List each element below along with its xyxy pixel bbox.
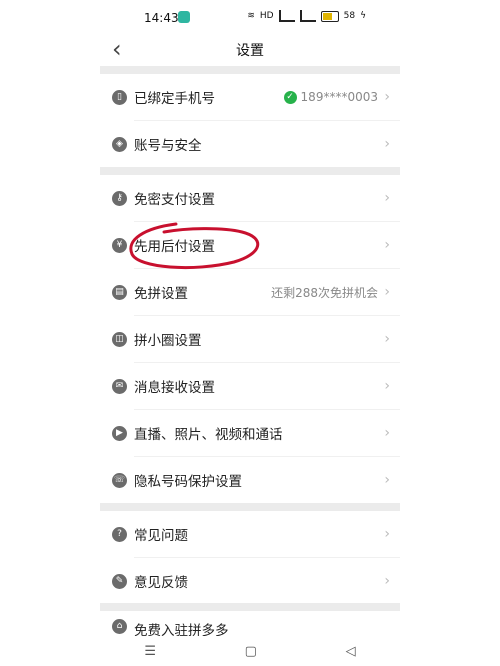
section-separator bbox=[100, 66, 400, 74]
status-time: 14:43 bbox=[144, 11, 179, 25]
row-label: 免密支付设置 bbox=[134, 192, 215, 208]
row-label: 直播、照片、视频和通话 bbox=[134, 427, 283, 443]
store-icon: ⌂ bbox=[112, 619, 127, 634]
phone-icon: ▯ bbox=[112, 89, 127, 105]
phone-number: 189****0003 bbox=[300, 90, 378, 104]
chevron-right-icon: › bbox=[384, 526, 390, 542]
wifi-icon: ≋ bbox=[247, 11, 255, 21]
shield-icon: ◈ bbox=[112, 136, 127, 152]
status-icons: ≋ HD 58 ϟ bbox=[247, 10, 366, 22]
row-label: 免费入驻拼多多 bbox=[134, 623, 229, 637]
chevron-right-icon: › bbox=[384, 136, 390, 152]
nav-bar: ‹ 设置 bbox=[100, 36, 400, 66]
page-title: 设置 bbox=[236, 43, 264, 59]
hand-drawn-circle-annotation bbox=[129, 222, 260, 270]
battery-level: 58 bbox=[343, 11, 356, 21]
key-icon: ⚷ bbox=[112, 190, 127, 206]
menu-icon[interactable]: ☰ bbox=[144, 644, 156, 659]
camera-icon: ▶ bbox=[112, 425, 127, 441]
chevron-right-icon: › bbox=[384, 425, 390, 441]
row-value: 还剩288次免拼机会 bbox=[271, 285, 378, 300]
row-bound-phone[interactable]: ▯ 已绑定手机号 ✓ 189****0003 › bbox=[100, 74, 400, 120]
system-nav-bar: ☰ ▢ ◁ bbox=[100, 636, 400, 666]
chevron-right-icon: › bbox=[384, 284, 390, 300]
row-label: 常见问题 bbox=[134, 528, 188, 544]
bag-icon: ◫ bbox=[112, 331, 127, 347]
row-circle-settings[interactable]: ◫ 拼小圈设置 › bbox=[100, 316, 400, 362]
signal-icon bbox=[278, 10, 295, 22]
hd-badge: HD bbox=[259, 11, 274, 21]
document-icon: ▤ bbox=[112, 284, 127, 300]
row-label: 拼小圈设置 bbox=[134, 333, 202, 349]
row-free-join[interactable]: ⌂ 免费入驻拼多多 bbox=[100, 611, 400, 637]
chevron-right-icon: › bbox=[384, 190, 390, 206]
settings-screen: 14:43 ≋ HD 58 ϟ ‹ 设置 ▯ 已绑定手机号 ✓ 189****0… bbox=[100, 0, 400, 666]
section-separator bbox=[100, 603, 400, 611]
back-triangle-icon[interactable]: ◁ bbox=[346, 644, 356, 659]
chevron-right-icon: › bbox=[384, 89, 390, 105]
question-icon: ? bbox=[112, 526, 127, 542]
chevron-right-icon: › bbox=[384, 472, 390, 488]
mail-icon: ✉ bbox=[112, 378, 127, 394]
row-label: 免拼设置 bbox=[134, 286, 188, 302]
home-icon[interactable]: ▢ bbox=[245, 644, 257, 659]
row-feedback[interactable]: ✎ 意见反馈 › bbox=[100, 558, 400, 604]
phone-call-icon: ☏ bbox=[112, 472, 127, 488]
charging-icon: ϟ bbox=[360, 11, 366, 21]
section-separator bbox=[100, 167, 400, 175]
edit-icon: ✎ bbox=[112, 573, 127, 589]
row-label: 已绑定手机号 bbox=[134, 91, 215, 107]
chevron-right-icon: › bbox=[384, 331, 390, 347]
verified-shield-icon: ✓ bbox=[283, 90, 297, 104]
chevron-right-icon: › bbox=[384, 237, 390, 253]
status-bar: 14:43 ≋ HD 58 ϟ bbox=[100, 0, 400, 36]
row-value: ✓ 189****0003 bbox=[283, 90, 378, 104]
row-account-security[interactable]: ◈ 账号与安全 › bbox=[100, 121, 400, 167]
row-password-free-pay[interactable]: ⚷ 免密支付设置 › bbox=[100, 175, 400, 221]
row-privacy-number[interactable]: ☏ 隐私号码保护设置 › bbox=[100, 457, 400, 503]
row-label: 消息接收设置 bbox=[134, 380, 215, 396]
row-label: 隐私号码保护设置 bbox=[134, 474, 242, 490]
signal-icon-2 bbox=[299, 10, 316, 22]
chevron-right-icon: › bbox=[384, 378, 390, 394]
row-message-settings[interactable]: ✉ 消息接收设置 › bbox=[100, 363, 400, 409]
row-label: 账号与安全 bbox=[134, 138, 202, 154]
row-label: 意见反馈 bbox=[134, 575, 188, 591]
section-separator bbox=[100, 503, 400, 511]
row-faq[interactable]: ? 常见问题 › bbox=[100, 511, 400, 557]
chevron-right-icon: › bbox=[384, 573, 390, 589]
battery-icon bbox=[320, 10, 339, 22]
app-notification-icon bbox=[178, 11, 190, 23]
row-media-settings[interactable]: ▶ 直播、照片、视频和通话 › bbox=[100, 410, 400, 456]
